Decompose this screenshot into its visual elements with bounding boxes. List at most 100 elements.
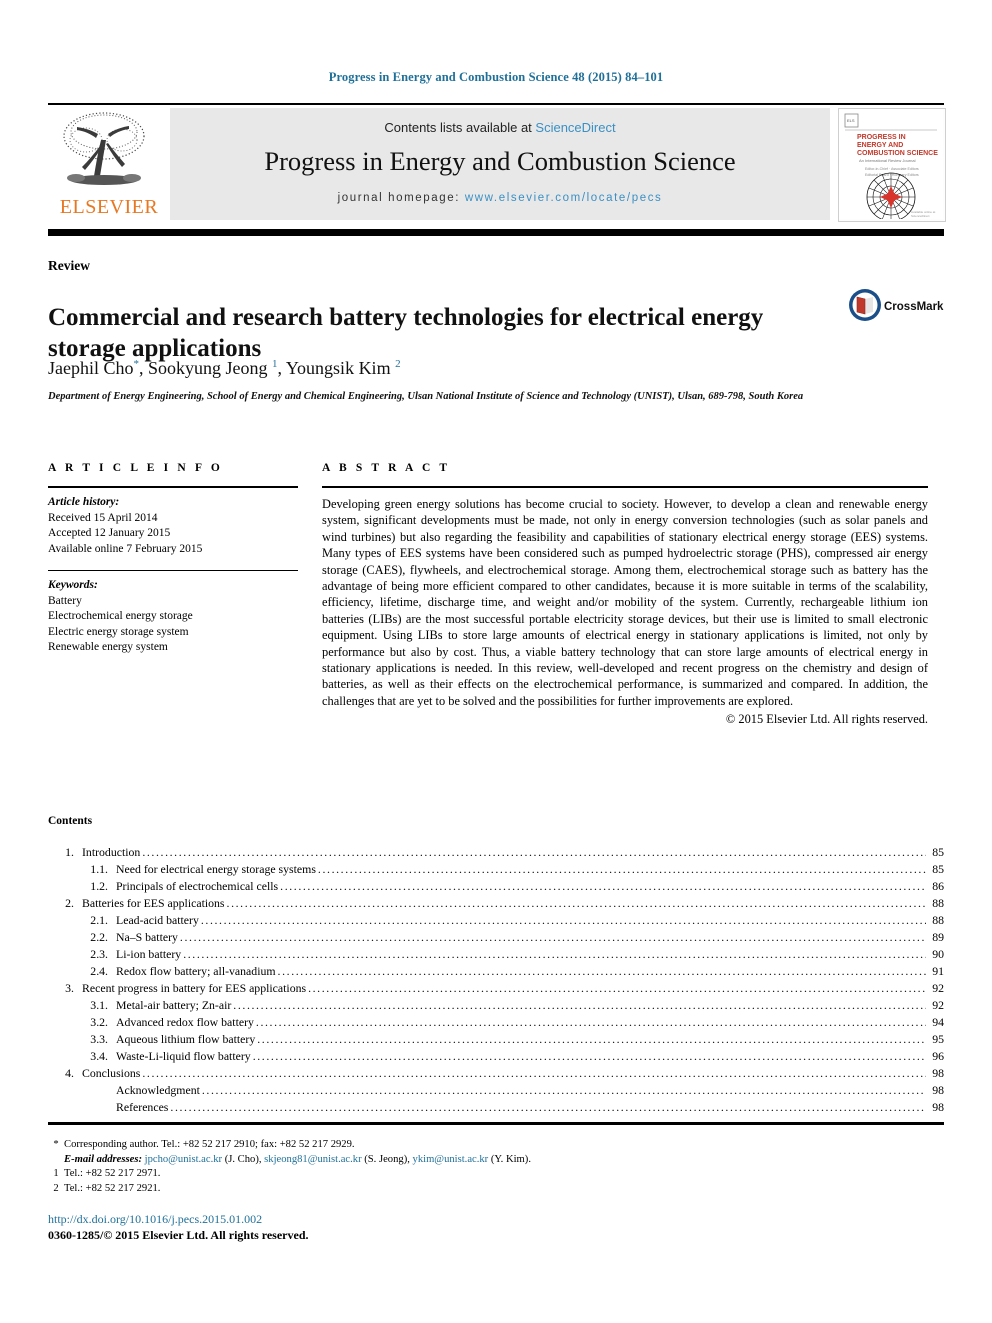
- email-owner-3: (Y. Kim).: [490, 1153, 531, 1165]
- toc-entry-number: 2.: [65, 896, 74, 910]
- toc-entry[interactable]: 3.2. Advanced redox flow battery.........…: [48, 1015, 944, 1032]
- toc-entry[interactable]: 1. Introduction..........................…: [48, 845, 944, 862]
- toc-entry-page: 92: [932, 981, 944, 995]
- toc-leader-dots: ........................................…: [257, 1032, 926, 1046]
- email-link-1[interactable]: jpcho@unist.ac.kr: [145, 1154, 222, 1165]
- toc-entry-number: 3.3.: [90, 1032, 108, 1046]
- crossmark-badge[interactable]: CrossMark: [848, 288, 944, 332]
- toc-entry-label: References: [116, 1100, 169, 1114]
- toc-entry[interactable]: 2. Batteries for EES applications........…: [48, 896, 944, 913]
- toc-entry[interactable]: 2.4. Redox flow battery; all-vanadium....…: [48, 964, 944, 981]
- table-of-contents: 1. Introduction..........................…: [48, 845, 944, 1117]
- toc-leader-dots: ........................................…: [280, 879, 926, 893]
- toc-entry[interactable]: 2.3. Li-ion battery......................…: [48, 947, 944, 964]
- contents-bottom-rule: [48, 1122, 944, 1125]
- svg-text:An International Review Journa: An International Review Journal: [859, 158, 916, 163]
- toc-entry[interactable]: 1.2. Principals of electrochemical cells.…: [48, 879, 944, 896]
- toc-entry[interactable]: 2.1. Lead-acid battery...................…: [48, 913, 944, 930]
- homepage-prefix: journal homepage:: [337, 192, 465, 204]
- toc-entry-page: 94: [932, 1015, 944, 1029]
- toc-entry-label: Redox flow battery; all-vanadium: [116, 964, 276, 978]
- abstract-heading: A B S T R A C T: [322, 462, 451, 474]
- footnote-mark-spacer: [48, 1153, 64, 1168]
- svg-text:Editor-in-Chief · Associate Ed: Editor-in-Chief · Associate Editors: [865, 167, 919, 171]
- contents-heading: Contents: [48, 815, 93, 827]
- author-list: Jaephil Cho*, Sookyung Jeong 1, Youngsik…: [48, 358, 401, 378]
- email-addresses-label: E-mail addresses:: [64, 1153, 142, 1165]
- email-owner-1: (J. Cho),: [224, 1153, 262, 1165]
- journal-cover-image: ELS PROGRESS IN ENERGY AND COMBUSTION SC…: [839, 109, 943, 221]
- footnote-text: Corresponding author. Tel.: +82 52 217 2…: [64, 1139, 355, 1150]
- toc-entry-number: 3.4.: [90, 1049, 108, 1063]
- abstract-text: Developing green energy solutions has be…: [322, 497, 928, 708]
- toc-entry-page: 91: [932, 964, 944, 978]
- toc-leader-dots: ........................................…: [179, 930, 926, 944]
- toc-entry-page: 96: [932, 1049, 944, 1063]
- toc-entry[interactable]: 1.1. Need for electrical energy storage s…: [48, 862, 944, 879]
- footnote-text: Tel.: +82 52 217 2921.: [64, 1182, 161, 1194]
- toc-entry-number: 2.4.: [90, 964, 108, 978]
- toc-entry[interactable]: 4. Conclusions...........................…: [48, 1066, 944, 1083]
- author-mark-3[interactable]: 2: [395, 358, 401, 370]
- footnote-corresponding-author: * Corresponding author. Tel.: +82 52 217…: [48, 1138, 748, 1153]
- toc-entry-label: Batteries for EES applications: [82, 896, 225, 910]
- toc-entry-label: Na–S battery: [116, 930, 178, 944]
- toc-entry-label: Aqueous lithium flow battery: [116, 1032, 256, 1046]
- toc-entry[interactable]: Acknowledgment..........................…: [48, 1083, 944, 1100]
- toc-entry-label: Lead-acid battery: [116, 913, 199, 927]
- elsevier-wordmark: ELSEVIER: [59, 196, 159, 218]
- author-mark-2[interactable]: 1: [272, 358, 278, 370]
- footnote-mark: *: [53, 1139, 59, 1150]
- author-affiliation: Department of Energy Engineering, School…: [48, 391, 804, 402]
- footnotes-block: * Corresponding author. Tel.: +82 52 217…: [48, 1138, 748, 1196]
- toc-entry-label: Acknowledgment: [116, 1083, 200, 1097]
- toc-entry-label: Advanced redox flow battery: [116, 1015, 254, 1029]
- toc-leader-dots: ........................................…: [255, 1015, 926, 1029]
- masthead-bottom-rule: [48, 229, 944, 236]
- keyword-item: Battery: [48, 594, 82, 607]
- keywords-label: Keywords:: [48, 579, 98, 591]
- toc-leader-dots: ........................................…: [142, 845, 926, 859]
- author-mark-1[interactable]: *: [134, 358, 140, 370]
- keyword-item: Electrochemical energy storage: [48, 610, 193, 622]
- toc-entry[interactable]: 3.3. Aqueous lithium flow battery........…: [48, 1032, 944, 1049]
- svg-text:Editorial Board · Honorary Edi: Editorial Board · Honorary Editors: [865, 173, 919, 177]
- toc-leader-dots: ........................................…: [252, 1049, 926, 1063]
- toc-entry-number: 4.: [65, 1066, 74, 1080]
- toc-entry[interactable]: References..............................…: [48, 1100, 944, 1117]
- doi-link[interactable]: http://dx.doi.org/10.1016/j.pecs.2015.01…: [48, 1211, 309, 1227]
- email-link-3[interactable]: ykim@unist.ac.kr: [413, 1154, 489, 1165]
- toc-entry[interactable]: 3.1. Metal-air battery; Zn-air...........…: [48, 998, 944, 1015]
- toc-entry-page: 86: [932, 879, 944, 893]
- toc-entry-page: 95: [932, 1032, 944, 1046]
- crossmark-icon: [849, 289, 881, 321]
- contents-available-prefix: Contents lists available at: [384, 120, 536, 135]
- toc-entry[interactable]: 3. Recent progress in battery for EES app…: [48, 981, 944, 998]
- keyword-item: Renewable energy system: [48, 641, 168, 653]
- journal-homepage-link[interactable]: www.elsevier.com/locate/pecs: [465, 192, 663, 204]
- toc-entry[interactable]: 3.4. Waste-Li-liquid flow battery........…: [48, 1049, 944, 1066]
- footnote-mark: 1: [53, 1168, 59, 1180]
- footnote-tel-1: 1 Tel.: +82 52 217 2971.: [48, 1167, 748, 1182]
- toc-entry-number: 3.1.: [90, 998, 108, 1012]
- toc-entry[interactable]: 2.2. Na–S battery........................…: [48, 930, 944, 947]
- footnote-mark: 2: [53, 1182, 59, 1194]
- article-history-block: Article history: Received 15 April 2014 …: [48, 488, 298, 557]
- svg-text:PROGRESS IN: PROGRESS IN: [857, 134, 906, 141]
- masthead-top-rule: [48, 103, 944, 105]
- toc-entry-page: 98: [932, 1100, 944, 1114]
- toc-leader-dots: ........................................…: [200, 913, 926, 927]
- footnote-text: Tel.: +82 52 217 2971.: [64, 1168, 161, 1180]
- footnote-emails: E-mail addresses: jpcho@unist.ac.kr (J. …: [48, 1153, 748, 1168]
- toc-entry-label: Li-ion battery: [116, 947, 182, 961]
- email-link-2[interactable]: skjeong81@unist.ac.kr: [264, 1154, 361, 1165]
- toc-leader-dots: ........................................…: [277, 964, 926, 978]
- author-name-3: Youngsik Kim: [285, 358, 391, 378]
- toc-entry-page: 89: [932, 930, 944, 944]
- toc-entry-number: 2.1.: [90, 913, 108, 927]
- sciencedirect-link[interactable]: ScienceDirect: [535, 120, 615, 135]
- toc-entry-number: 2.2.: [90, 930, 108, 944]
- keyword-item: Electric energy storage system: [48, 625, 189, 638]
- article-info-column: A R T I C L E I N F O Article history: R…: [48, 462, 298, 656]
- toc-entry-number: 3.2.: [90, 1015, 108, 1029]
